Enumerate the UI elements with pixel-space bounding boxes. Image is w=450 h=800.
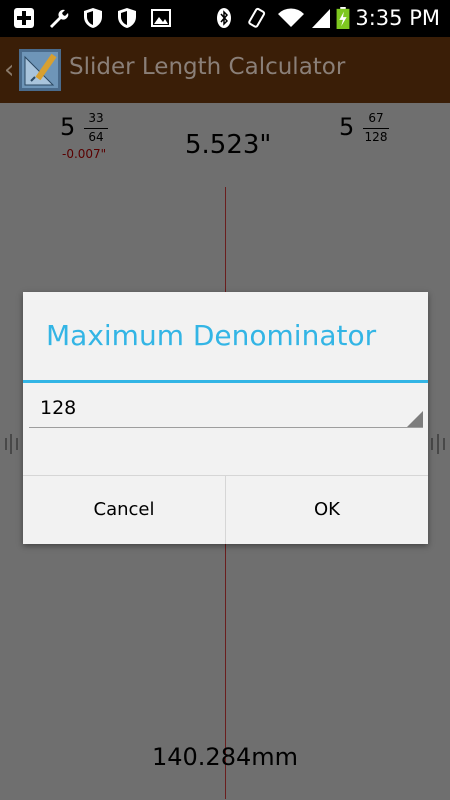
slider-ticks-right[interactable] xyxy=(427,433,450,455)
millimeters-readout: 140.284mm xyxy=(151,743,298,771)
right-fraction-whole: 5 xyxy=(339,113,355,141)
status-bar: 3:35 PM xyxy=(0,0,450,37)
right-fraction-numerator: 67 xyxy=(368,111,384,125)
right-fraction: 5 67 128 xyxy=(339,111,399,147)
left-fraction-numerator: 33 xyxy=(88,111,104,125)
ruler-pencil-icon[interactable] xyxy=(17,47,63,93)
right-fraction-denominator: 128 xyxy=(364,130,388,144)
vibrate-icon xyxy=(248,7,266,28)
left-fraction: 5 33 64 xyxy=(60,111,120,147)
battery-charging-icon xyxy=(336,7,350,29)
left-fraction-bar xyxy=(84,128,108,129)
spinner-underline xyxy=(29,427,423,428)
slider-ticks-left[interactable] xyxy=(0,433,24,455)
shield-icon xyxy=(118,8,136,28)
shield-icon xyxy=(84,8,102,28)
left-error: -0.007" xyxy=(62,147,107,161)
image-icon xyxy=(151,9,171,27)
dialog-title-divider xyxy=(23,380,428,383)
max-denominator-dialog: Maximum Denominator 128 Cancel OK xyxy=(23,292,428,544)
wrench-icon xyxy=(50,9,69,28)
decimal-inches: 5.523" xyxy=(185,130,272,160)
bluetooth-icon xyxy=(217,8,231,28)
dialog-title: Maximum Denominator xyxy=(46,319,377,352)
dropdown-triangle-icon xyxy=(407,411,423,427)
left-fraction-denominator: 64 xyxy=(88,130,104,144)
status-time: 3:35 PM xyxy=(355,6,440,30)
spinner-selected-value: 128 xyxy=(40,397,77,419)
left-fraction-whole: 5 xyxy=(60,113,76,141)
app-title: Slider Length Calculator xyxy=(69,54,346,80)
denominator-spinner[interactable]: 128 xyxy=(29,388,423,428)
wifi-icon xyxy=(278,8,304,27)
back-icon[interactable]: ‹ xyxy=(4,55,14,85)
ok-button[interactable]: OK xyxy=(226,476,428,544)
action-bar: ‹ Slider Length Calculator xyxy=(0,37,450,103)
right-fraction-bar xyxy=(363,128,389,129)
add-icon xyxy=(14,8,34,28)
cancel-button[interactable]: Cancel xyxy=(23,476,225,544)
signal-icon xyxy=(312,9,330,28)
